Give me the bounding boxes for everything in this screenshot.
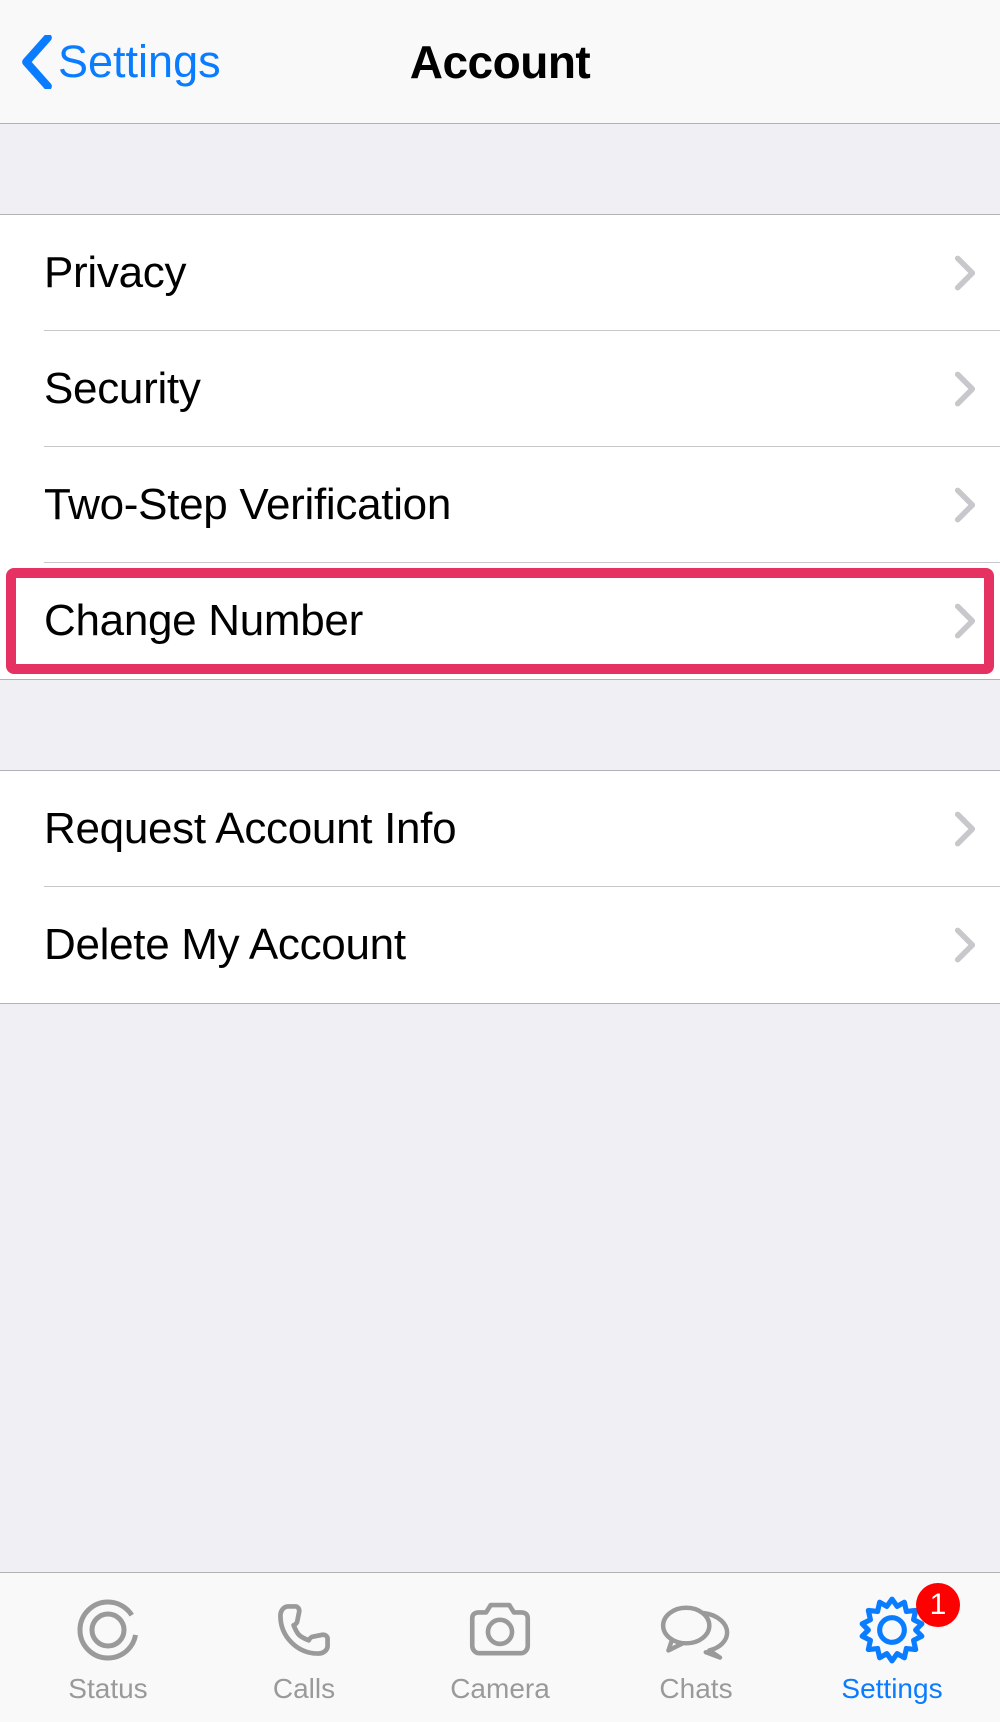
content: Privacy Security Two-Step Verification bbox=[0, 124, 1000, 1572]
row-change-number[interactable]: Change Number bbox=[0, 563, 1000, 679]
group-spacer bbox=[0, 680, 1000, 770]
tab-label: Calls bbox=[273, 1673, 335, 1705]
tab-calls[interactable]: Calls bbox=[206, 1591, 402, 1705]
row-label: Delete My Account bbox=[44, 920, 406, 970]
phone-icon bbox=[271, 1591, 337, 1669]
chevron-right-icon bbox=[954, 486, 976, 524]
row-privacy[interactable]: Privacy bbox=[0, 215, 1000, 331]
back-button[interactable]: Settings bbox=[10, 0, 231, 123]
chevron-right-icon bbox=[954, 926, 976, 964]
chevron-right-icon bbox=[954, 254, 976, 292]
tab-chats[interactable]: Chats bbox=[598, 1591, 794, 1705]
chevron-right-icon bbox=[954, 602, 976, 640]
row-label: Privacy bbox=[44, 248, 186, 298]
chevron-right-icon bbox=[954, 370, 976, 408]
status-icon bbox=[73, 1591, 143, 1669]
row-delete-my-account[interactable]: Delete My Account bbox=[0, 887, 1000, 1003]
group-spacer bbox=[0, 124, 1000, 214]
settings-group-2: Request Account Info Delete My Account bbox=[0, 770, 1000, 1004]
row-label: Security bbox=[44, 364, 201, 414]
settings-group-1: Privacy Security Two-Step Verification bbox=[0, 214, 1000, 680]
row-request-account-info[interactable]: Request Account Info bbox=[0, 771, 1000, 887]
notification-badge: 1 bbox=[916, 1583, 960, 1627]
row-label: Change Number bbox=[44, 596, 363, 646]
tab-label: Status bbox=[68, 1673, 147, 1705]
row-security[interactable]: Security bbox=[0, 331, 1000, 447]
tab-status[interactable]: Status bbox=[10, 1591, 206, 1705]
highlighted-row-wrap: Change Number bbox=[0, 563, 1000, 679]
chevron-right-icon bbox=[954, 810, 976, 848]
tab-settings[interactable]: Settings 1 bbox=[794, 1591, 990, 1705]
row-label: Request Account Info bbox=[44, 804, 456, 854]
chats-icon bbox=[656, 1591, 736, 1669]
tab-label: Chats bbox=[659, 1673, 732, 1705]
tab-label: Camera bbox=[450, 1673, 550, 1705]
tabbar: Status Calls Camera bbox=[0, 1572, 1000, 1722]
tab-camera[interactable]: Camera bbox=[402, 1591, 598, 1705]
row-label: Two-Step Verification bbox=[44, 480, 451, 530]
tab-label: Settings bbox=[841, 1673, 942, 1705]
back-label: Settings bbox=[58, 36, 221, 88]
navbar: Settings Account bbox=[0, 0, 1000, 124]
chevron-left-icon bbox=[20, 35, 54, 89]
camera-icon bbox=[463, 1591, 537, 1669]
row-two-step-verification[interactable]: Two-Step Verification bbox=[0, 447, 1000, 563]
